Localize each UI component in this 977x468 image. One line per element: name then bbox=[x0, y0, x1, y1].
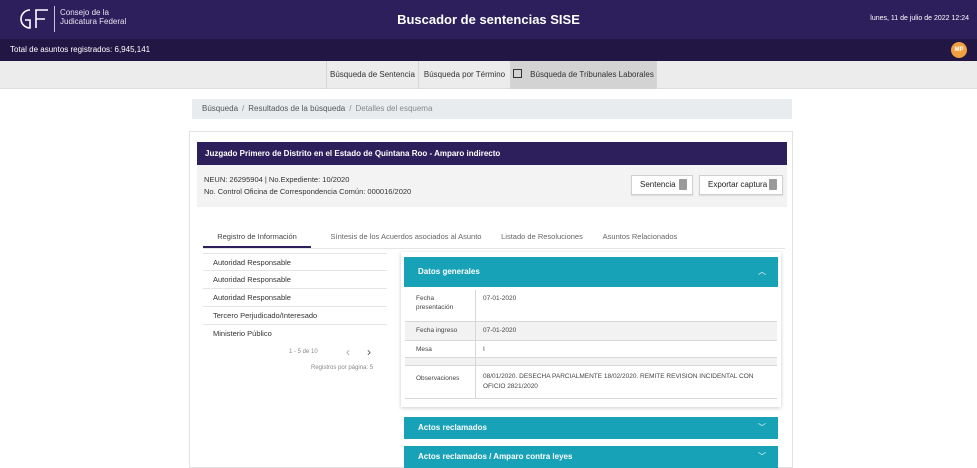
table-row: Fecha presentación 07-01-2020 bbox=[405, 290, 777, 322]
external-link-icon bbox=[513, 69, 523, 78]
total-records: Total de asuntos registrados: 6,945,141 bbox=[10, 45, 151, 54]
table-row: Observaciones 08/01/2020. DESECHA PARCIA… bbox=[405, 366, 777, 399]
list-item[interactable]: Autoridad Responsable bbox=[203, 289, 387, 307]
table-row bbox=[405, 358, 777, 366]
case-detail-card: Juzgado Primero de Distrito en el Estado… bbox=[189, 131, 793, 468]
nav-busqueda-termino[interactable]: Búsqueda por Término bbox=[418, 61, 510, 89]
actos-reclamados-header[interactable]: Actos reclamados ﹀ bbox=[404, 417, 778, 439]
nav-label: Búsqueda por Término bbox=[423, 70, 506, 79]
list-item[interactable]: Autoridad Responsable bbox=[203, 253, 387, 271]
sentencia-button[interactable]: Sentencia bbox=[631, 175, 693, 195]
breadcrumb-busqueda[interactable]: Búsqueda bbox=[202, 104, 238, 113]
row-label: Fecha presentación bbox=[416, 295, 454, 311]
nav-busqueda-sentencia[interactable]: Búsqueda de Sentencia bbox=[326, 61, 418, 89]
export-file-icon bbox=[769, 179, 777, 190]
tab-listado-resoluciones[interactable]: Listado de Resoluciones bbox=[492, 232, 592, 241]
actos-leyes-title: Actos reclamados / Amparo contra leyes bbox=[418, 452, 573, 461]
nav-label: Búsqueda de Sentencia bbox=[330, 70, 415, 79]
case-info-neun: NEUN: 26295904 | No.Expediente: 10/2020 bbox=[204, 175, 350, 184]
pagination-range: 1 - 5 de 10 bbox=[289, 349, 318, 355]
exportar-button-label: Exportar captura bbox=[708, 180, 768, 189]
actos-leyes-header[interactable]: Actos reclamados / Amparo contra leyes ﹀ bbox=[404, 446, 778, 468]
list-item[interactable]: Ministerio Público bbox=[203, 325, 387, 343]
app-title: Buscador de sentencias SISE bbox=[397, 12, 580, 27]
case-info-control: No. Control Oficina de Correspondencia C… bbox=[204, 187, 412, 196]
breadcrumb-resultados[interactable]: Resultados de la búsqueda bbox=[248, 104, 345, 113]
chevron-down-icon: ﹀ bbox=[758, 423, 766, 432]
actos-reclamados-title: Actos reclamados bbox=[418, 423, 487, 432]
row-value: I bbox=[483, 346, 485, 353]
row-value: 07-01-2020 bbox=[483, 327, 517, 334]
row-label: Mesa bbox=[416, 346, 432, 353]
tab-sintesis-acuerdos[interactable]: Síntesis de los Acuerdos asociados al As… bbox=[316, 232, 496, 241]
top-header: Consejo de la Judicatura Federal Buscado… bbox=[0, 0, 977, 39]
breadcrumb-detalles: Detalles del esquema bbox=[355, 104, 433, 113]
case-title: Juzgado Primero de Distrito en el Estado… bbox=[197, 142, 787, 165]
tab-registro-informacion[interactable]: Registro de Información bbox=[203, 232, 311, 241]
breadcrumb: Búsqueda / Resultados de la búsqueda / Detal… bbox=[192, 99, 792, 119]
exportar-captura-button[interactable]: Exportar captura bbox=[699, 175, 783, 195]
sub-header: Total de asuntos registrados: 6,945,141 … bbox=[0, 39, 977, 61]
tab-divider bbox=[203, 248, 785, 249]
list-item[interactable]: Autoridad Responsable bbox=[203, 271, 387, 289]
sentencia-button-label: Sentencia bbox=[640, 180, 676, 189]
records-per-page: Registros por página: 5 bbox=[311, 365, 374, 371]
prev-page-icon[interactable]: ‹ bbox=[346, 345, 350, 359]
search-nav: Búsqueda de Sentencia Búsqueda por Térmi… bbox=[0, 61, 977, 89]
nav-busqueda-tribunales-laborales[interactable]: Búsqueda de Tribunales Laborales bbox=[510, 61, 657, 89]
next-page-icon[interactable]: › bbox=[367, 345, 371, 359]
chevron-up-icon: ︿ bbox=[758, 267, 766, 276]
datos-generales-header[interactable]: Datos generales ︿ bbox=[404, 257, 778, 287]
tab-asuntos-relacionados[interactable]: Asuntos Relacionados bbox=[594, 232, 686, 241]
list-item[interactable]: Tercero Perjudicado/Interesado bbox=[203, 307, 387, 325]
row-value: 08/01/2020. DESECHA PARCIALMENTE 18/02/2… bbox=[483, 373, 754, 390]
row-value: 07-01-2020 bbox=[483, 295, 517, 302]
nav-label: Búsqueda de Tribunales Laborales bbox=[530, 70, 654, 79]
row-label: Observaciones bbox=[416, 375, 460, 382]
active-tab-indicator bbox=[203, 246, 311, 248]
datos-generales-title: Datos generales bbox=[418, 267, 480, 276]
table-row: Mesa I bbox=[405, 341, 777, 358]
case-info: NEUN: 26295904 | No.Expediente: 10/2020 … bbox=[197, 165, 787, 207]
row-label: Fecha ingreso bbox=[416, 327, 458, 334]
avatar[interactable]: MP bbox=[951, 42, 967, 58]
current-date: lunes, 11 de julio de 2022 12:24 bbox=[870, 15, 969, 22]
table-row: Fecha ingreso 07-01-2020 bbox=[405, 322, 777, 341]
chevron-down-icon: ﹀ bbox=[758, 452, 766, 461]
pdf-icon bbox=[679, 179, 687, 190]
